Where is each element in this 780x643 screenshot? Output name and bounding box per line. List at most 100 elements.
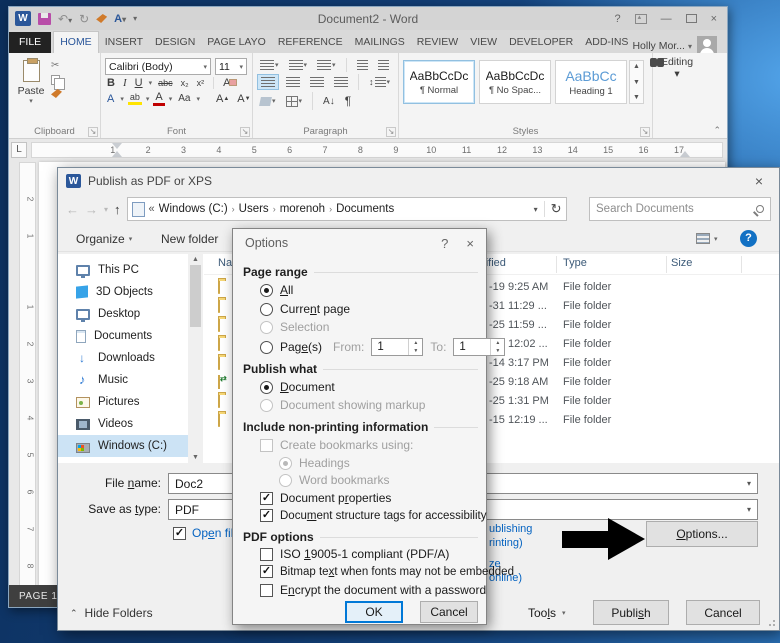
ok-button[interactable]: OK — [345, 601, 403, 623]
resize-grip[interactable] — [768, 619, 776, 627]
recent-locations-icon[interactable]: ▾ — [104, 205, 108, 214]
breadcrumb-item[interactable]: morenoh › — [280, 203, 334, 215]
breadcrumb-item[interactable]: Users › — [239, 203, 278, 215]
sidebar-item[interactable]: Pictures — [58, 391, 188, 413]
radio-off-icon[interactable] — [260, 302, 273, 316]
sidebar-item[interactable]: Videos — [58, 413, 188, 435]
checkbox-unchecked-icon[interactable] — [260, 547, 273, 561]
chevron-down-icon[interactable]: ▾ — [534, 205, 538, 214]
decrease-indent-button[interactable] — [354, 58, 371, 72]
customize-qat-icon[interactable]: ▾ — [133, 14, 137, 23]
cut-icon[interactable]: ✂ — [51, 60, 62, 71]
font-color-button[interactable]: A — [153, 91, 165, 106]
style-card[interactable]: AaBbCcDc ¶ Normal — [403, 60, 475, 104]
paste-button[interactable]: Paste ▾ — [13, 56, 49, 118]
subscript-button[interactable]: x₂ — [179, 78, 191, 88]
clear-formatting-button[interactable]: A — [221, 77, 238, 89]
dialog-launcher-icon[interactable]: ↘ — [640, 127, 650, 137]
checkbox-document-properties[interactable]: ✓ Document properties — [260, 491, 391, 505]
ribbon-tab[interactable]: HOME — [53, 31, 99, 53]
close-icon[interactable]: × — [747, 173, 771, 189]
tools-menu[interactable]: Tools ▾ — [528, 606, 566, 620]
hanging-indent-marker[interactable] — [112, 151, 122, 157]
bullets-button[interactable]: ▾ — [257, 58, 282, 72]
sidebar-item[interactable]: 3D Objects — [58, 281, 188, 303]
column-header[interactable]: Size — [671, 257, 692, 269]
borders-button[interactable]: ▾ — [283, 94, 306, 109]
cancel-button[interactable]: Cancel — [686, 600, 760, 625]
ribbon-tab[interactable]: FILE — [9, 32, 52, 53]
style-card[interactable]: AaBbCc Heading 1 — [555, 60, 627, 104]
radio-pages[interactable]: Page(s) From: 1 ▲ ▼ To: 1 ▲ ▼ — [260, 338, 506, 356]
show-paragraph-marks-button[interactable]: ¶ — [342, 92, 354, 110]
dialog-launcher-icon[interactable]: ↘ — [240, 127, 250, 137]
minimize-icon[interactable]: — — [661, 13, 672, 25]
ribbon-tab[interactable]: REFERENCE — [272, 32, 349, 53]
ribbon-tab[interactable]: PAGE LAYO — [201, 32, 272, 53]
align-right-button[interactable] — [307, 75, 327, 89]
breadcrumb[interactable]: « Windows (C:) › Users › morenoh › Docum… — [126, 197, 567, 221]
crumb-overflow[interactable]: « — [149, 203, 155, 215]
sort-button[interactable]: A↓ — [320, 94, 338, 109]
new-folder-button[interactable]: New folder — [161, 232, 218, 246]
sidebar-item[interactable]: Music — [58, 369, 188, 391]
ribbon-tab[interactable]: REVIEW — [411, 32, 464, 53]
font-size-combo[interactable]: 11 ▾ — [215, 58, 247, 75]
style-icon[interactable]: A▾ — [114, 13, 126, 25]
from-spinner[interactable]: 1 ▲ ▼ — [371, 338, 424, 356]
checkbox-checked-icon[interactable]: ✓ — [260, 509, 273, 522]
font-name-combo[interactable]: Calibri (Body) ▾ — [105, 58, 211, 75]
align-left-button[interactable] — [257, 74, 279, 90]
checkbox-bitmap-text[interactable]: ✓ Bitmap text when fonts may not be embe… — [260, 565, 514, 578]
align-center-button[interactable] — [283, 75, 303, 89]
shrink-font-button[interactable]: A ▼ — [235, 93, 252, 105]
help-icon[interactable]: ? — [441, 236, 448, 251]
undo-icon[interactable]: ↶▾ — [58, 13, 72, 25]
underline-button[interactable]: U — [133, 77, 145, 89]
sidebar-scrollbar[interactable]: ▲ ▼ — [188, 254, 203, 463]
to-spinner[interactable]: 1 ▲ ▼ — [453, 338, 506, 356]
highlight-button[interactable]: ab — [127, 92, 142, 105]
ribbon-tab[interactable]: VIEW — [464, 32, 503, 53]
justify-button[interactable] — [331, 75, 351, 89]
sidebar-item[interactable]: Desktop — [58, 303, 188, 325]
help-icon[interactable]: ? — [614, 13, 620, 25]
options-button[interactable]: Options... — [646, 521, 758, 547]
ribbon-display-icon[interactable] — [634, 13, 647, 24]
checkbox-checked-icon[interactable]: ✓ — [260, 491, 273, 505]
editing-group[interactable]: Editing ▾ — [653, 53, 701, 138]
forward-icon[interactable]: → — [85, 202, 98, 217]
close-icon[interactable]: × — [711, 13, 717, 25]
radio-all[interactable]: All — [260, 283, 293, 297]
column-header[interactable]: Type — [563, 257, 587, 269]
radio-document[interactable]: Document — [260, 380, 335, 394]
sidebar-item[interactable]: Downloads — [58, 347, 188, 369]
radio-off-icon[interactable] — [260, 340, 273, 354]
right-indent-marker[interactable] — [680, 151, 690, 157]
shading-button[interactable]: ▾ — [257, 95, 279, 108]
radio-on-icon[interactable] — [260, 380, 273, 394]
numbering-button[interactable]: ▾ — [286, 58, 311, 72]
bold-button[interactable]: B — [105, 77, 117, 89]
up-icon[interactable]: ↑ — [114, 202, 121, 217]
multilevel-list-button[interactable]: ▾ — [314, 58, 339, 72]
checkbox-checked-icon[interactable]: ✓ — [260, 565, 273, 578]
sidebar-item[interactable]: Documents — [58, 325, 188, 347]
dialog-launcher-icon[interactable]: ↘ — [386, 127, 396, 137]
format-painter-icon[interactable] — [51, 89, 62, 98]
style-card[interactable]: AaBbCcDc ¶ No Spac... — [479, 60, 551, 104]
ribbon-tab[interactable]: DEVELOPER — [503, 32, 579, 53]
save-icon[interactable] — [38, 12, 51, 25]
ribbon-tab[interactable]: MAILINGS — [349, 32, 411, 53]
superscript-button[interactable]: x² — [195, 78, 207, 88]
refresh-icon[interactable]: ↻ — [543, 201, 562, 217]
styles-scrollbar[interactable]: ▲ ▼ ▼ — [629, 60, 644, 104]
radio-current-page[interactable]: Current page — [260, 302, 350, 316]
view-options-button[interactable]: ▾ — [696, 233, 718, 244]
change-case-button[interactable]: Aa — [176, 93, 192, 104]
strikethrough-button[interactable]: abc — [156, 78, 175, 88]
hide-folders-button[interactable]: ⌃ Hide Folders — [70, 606, 153, 620]
maximize-icon[interactable] — [685, 14, 697, 23]
publish-button[interactable]: Publi s h — [593, 600, 669, 625]
checkbox-structure-tags[interactable]: ✓ Document structure tags for accessibil… — [260, 509, 486, 522]
